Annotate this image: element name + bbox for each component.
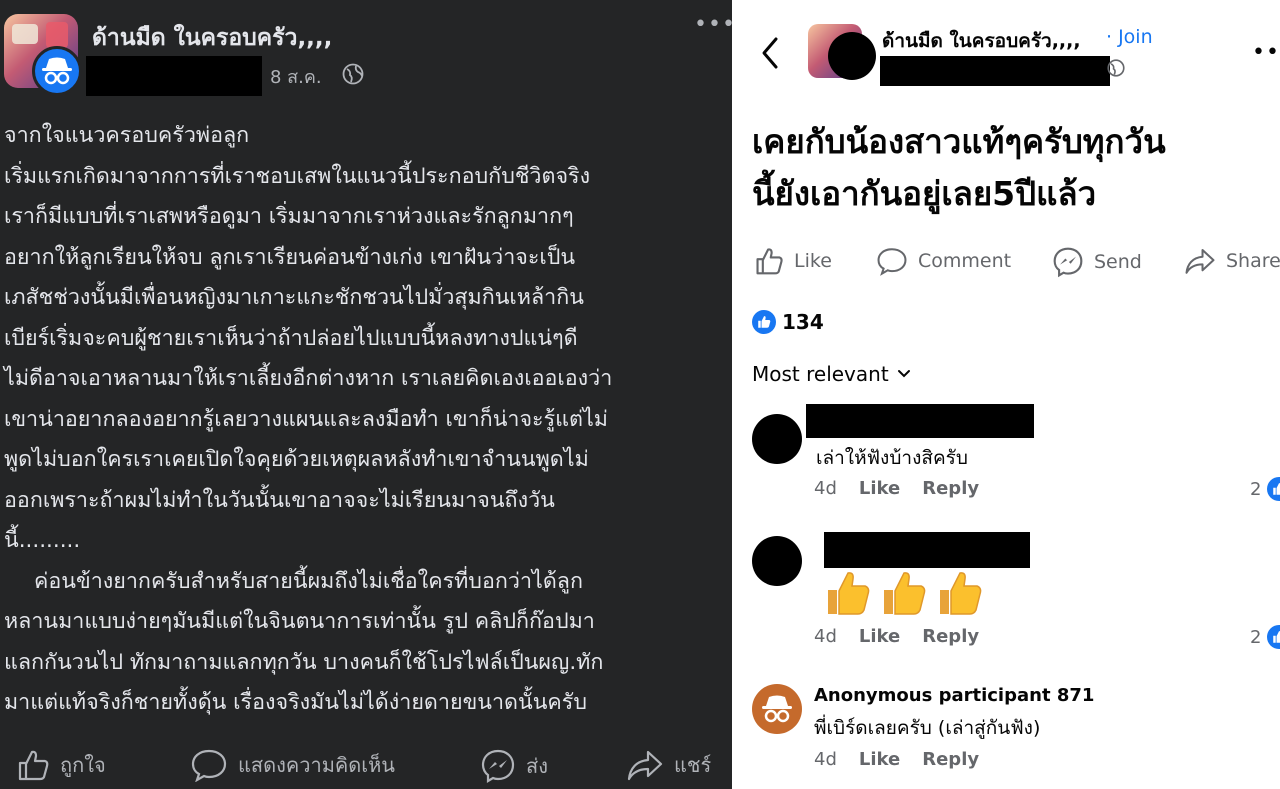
comment-button[interactable]: Comment [876, 246, 1011, 276]
comment-like-button[interactable]: Like [859, 749, 900, 770]
comment-reply-button[interactable]: Reply [922, 749, 979, 770]
comment-text: พี่เบิร์ดเลยครับ (เล่าสู่กันฟัง) [814, 717, 1041, 739]
share-arrow-icon [627, 750, 663, 781]
share-arrow-icon [1185, 249, 1215, 274]
commenter-avatar[interactable] [752, 414, 802, 464]
comment-bubble-icon [191, 749, 227, 782]
comment-like-button[interactable]: Like [859, 626, 900, 647]
post-body: จากใจแนวครอบครัวพ่อลูก เริ่มแรกเกิดมาจาก… [4, 116, 728, 724]
comment-like-button[interactable]: Like [859, 478, 900, 499]
comment-reaction-count: 2 [1250, 626, 1262, 648]
title-line: เคยกับน้องสาวแท้ๆครับทุกวัน [752, 122, 1166, 161]
join-button[interactable]: · Join [1106, 26, 1153, 48]
like-reaction-icon [752, 310, 776, 334]
send-button[interactable]: Send [1052, 246, 1142, 278]
comment-reply-button[interactable]: Reply [922, 626, 979, 647]
like-reaction-icon [1267, 625, 1280, 649]
share-label: แชร์ [674, 753, 712, 777]
post-line: เบียร์เริ่มจะคบผู้ชายเราเห็นว่าถ้าปล่อยไ… [4, 325, 578, 351]
comment-reaction[interactable]: 2 [1250, 625, 1280, 649]
post-line: เริ่มแรกเกิดมาจากการที่เราชอบเสพในแนวนี้… [4, 163, 591, 189]
group-name[interactable]: ด้านมืด ในครอบครัว,,,, [92, 20, 332, 56]
comment-meta: 4d Like Reply [814, 626, 979, 647]
comment-text: เล่าให้ฟังบ้างสิครับ [816, 447, 968, 469]
like-label: ถูกใจ [60, 753, 106, 777]
back-arrow-icon[interactable] [760, 36, 780, 74]
commenter-avatar[interactable] [752, 536, 802, 586]
right-post-panel: ด้านมืด ในครอบครัว,,,, · Join ••• เคยกับ… [742, 0, 1280, 789]
sort-label: Most relevant [752, 362, 889, 386]
post-date[interactable]: 8 ส.ค. [270, 62, 322, 91]
comment-label: Comment [918, 250, 1012, 272]
redacted-commenter-name [806, 404, 1034, 438]
thumbs-up-emoji-icon [884, 572, 926, 615]
post-line: นี้......... [4, 528, 81, 553]
like-button[interactable]: Like [754, 246, 832, 276]
redacted-author-name [880, 56, 1110, 86]
comment-meta: 4d Like Reply [814, 749, 979, 770]
post-action-bar: ถูกใจ แสดงความคิดเห็น ส่ง แชร์ [0, 744, 732, 789]
send-button[interactable]: ส่ง [480, 748, 548, 784]
comment-sort-dropdown[interactable]: Most relevant [752, 362, 911, 386]
reaction-count: 134 [782, 310, 824, 334]
reaction-summary[interactable]: 134 [752, 310, 824, 334]
thumbs-up-icon [756, 248, 783, 275]
thumbs-up-emoji-row [822, 568, 984, 618]
like-label: Like [794, 250, 832, 272]
comment-time: 4d [814, 626, 837, 647]
anonymous-participant-avatar-icon[interactable] [752, 684, 802, 734]
globe-icon [342, 63, 364, 89]
share-button[interactable]: Share [1184, 246, 1280, 276]
redacted-author-name [86, 56, 262, 96]
share-label: Share [1226, 250, 1280, 272]
post-line: เขาน่าอยากลองอยากรู้เลยวางแผนและลงมือทำ … [4, 406, 608, 432]
post-line: อยากให้ลูกเรียนให้จบ ลูกเราเรียนค่อนข้าง… [4, 244, 576, 270]
post-line: จากใจแนวครอบครัวพ่อลูก [4, 123, 250, 148]
redacted-commenter-name [824, 532, 1030, 568]
post-line: แลกกันวนไป ทักมาถามแลกทุกวัน บางคนก็ใช้โ… [4, 649, 604, 675]
comment-reaction-count: 2 [1250, 478, 1262, 500]
post-line: ไม่ดีอาจเอาหลานมาให้เราเลี้ยงอีกต่างหาก … [4, 366, 613, 391]
post-line: มาแต่แท้จริงก็ชายทั้งดุ้น เรื่องจริงมันไ… [4, 690, 587, 715]
post-line: หลานมาแบบง่ายๆมันมีแต่ในจินตนาการเท่านั้… [4, 609, 595, 634]
send-label: ส่ง [526, 754, 548, 778]
post-line: ออกเพราะถ้าผมไม่ทำในวันนั้นเขาอาจจะไม่เร… [4, 487, 555, 513]
comment-reply-button[interactable]: Reply [922, 478, 979, 499]
post-title: เคยกับน้องสาวแท้ๆครับทุกวัน นี้ยังเอากัน… [752, 116, 1280, 220]
title-line: นี้ยังเอากันอยู่เลย5ปีแล้ว [752, 174, 1097, 213]
group-name[interactable]: ด้านมืด ในครอบครัว,,,, [882, 26, 1081, 56]
more-options-icon[interactable]: ••• [694, 12, 736, 37]
send-label: Send [1094, 251, 1142, 273]
like-reaction-icon [1267, 477, 1280, 501]
like-button[interactable]: ถูกใจ [16, 748, 106, 782]
comment-reaction[interactable]: 2 [1250, 477, 1280, 501]
commenter-name[interactable]: Anonymous participant 871 [814, 685, 1094, 706]
comment-meta: 4d Like Reply [814, 478, 979, 499]
comment-time: 4d [814, 749, 837, 770]
more-options-icon[interactable]: ••• [1252, 40, 1280, 65]
redacted-user-avatar [828, 32, 876, 80]
comment-bubble-icon [877, 248, 907, 276]
post-line: ค่อนข้างยากครับสำหรับสายนี้ผมถึงไม่เชื่อ… [34, 568, 583, 594]
comment-button[interactable]: แสดงความคิดเห็น [190, 748, 395, 782]
post-line: เราก็มีแบบที่เราเสพหรือดูมา เริ่มมาจากเร… [4, 204, 574, 229]
comment-time: 4d [814, 478, 837, 499]
thumbs-up-icon [18, 750, 49, 781]
anonymous-avatar-icon [32, 46, 82, 96]
post-line: เภสัชช่วงนั้นมีเพื่อนหญิงมาเกาะแกะชักชวน… [4, 285, 584, 310]
post-line: พูดไม่บอกใครเราเคยเปิดใจคุยด้วยเหตุผลหลั… [4, 447, 589, 472]
thumbs-up-emoji-icon [940, 572, 982, 615]
messenger-icon [481, 749, 515, 783]
chevron-down-icon [897, 370, 910, 378]
thumbs-up-emoji-icon [828, 572, 870, 615]
comment-label: แสดงความคิดเห็น [238, 753, 395, 777]
messenger-icon [1053, 247, 1083, 278]
globe-icon [1107, 59, 1125, 81]
panel-divider [732, 0, 742, 789]
share-button[interactable]: แชร์ [626, 748, 711, 782]
left-post-panel: ด้านมืด ในครอบครัว,,,, 8 ส.ค. ••• จากใจแ… [0, 0, 735, 789]
